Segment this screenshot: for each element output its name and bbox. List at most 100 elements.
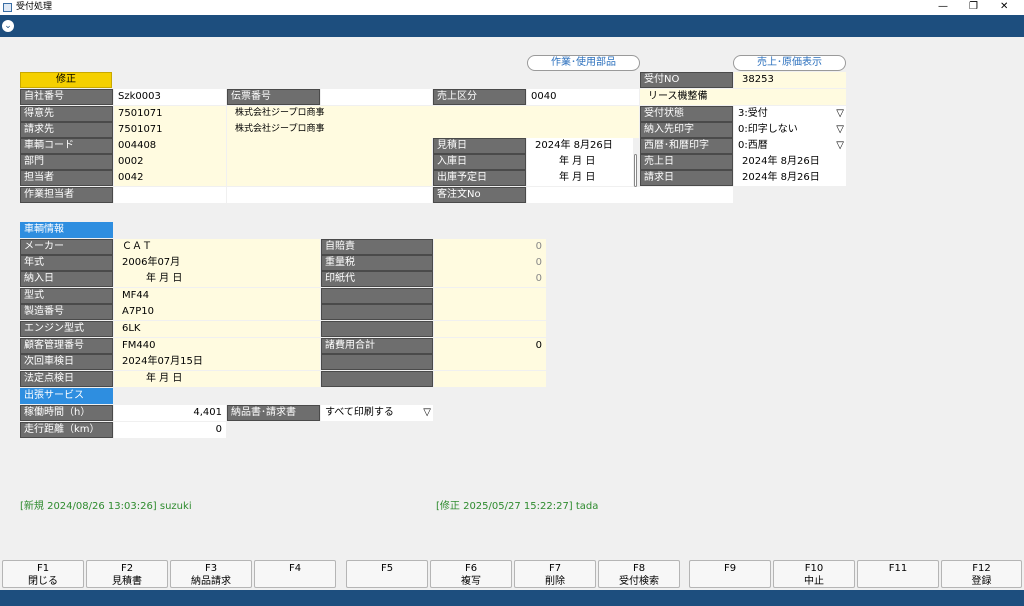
f4-button[interactable]: F4 — [254, 560, 336, 588]
close-button[interactable]: ✕ — [1000, 0, 1008, 14]
blank-fee-field-1[interactable] — [434, 288, 546, 304]
f7-key: F7 — [548, 563, 562, 574]
insurance-field[interactable]: 0 — [434, 239, 546, 255]
customer-name-field[interactable]: 株式会社ジープロ商事 — [227, 106, 527, 122]
invoice-select[interactable]: すべて印刷する ▽ — [321, 405, 433, 421]
dropdown-triangle-icon: ▽ — [836, 108, 844, 119]
created-info: [新規 2024/08/26 13:03:26] suzuki — [20, 501, 192, 512]
cust-mgmt-field[interactable]: FM440 — [114, 338, 320, 354]
customer-code-field[interactable]: 7501071 — [114, 106, 226, 122]
f6-label: 複写 — [461, 576, 481, 587]
blank-fee-field-3[interactable] — [434, 321, 546, 337]
in-date-field[interactable]: 年 月 日 — [527, 154, 633, 170]
vehicle-code-field[interactable]: 004408 — [114, 138, 226, 154]
f2-key: F2 — [120, 563, 134, 574]
year-field[interactable]: 2006年07月 — [114, 255, 320, 271]
blank-fee-label-5 — [321, 371, 433, 387]
vehicle-section-header: 車輌情報 — [20, 222, 113, 238]
customer-label: 得意先 — [20, 106, 113, 122]
dropdown-triangle-icon: ▽ — [836, 140, 844, 151]
maker-label: メーカー — [20, 239, 113, 255]
f1-button[interactable]: F1 閉じる — [2, 560, 84, 588]
self-no-field[interactable]: Szk0003 — [114, 89, 226, 105]
recv-no-label: 受付NO — [640, 72, 733, 88]
serial-field[interactable]: A7P10 — [114, 304, 320, 320]
billing-name-field[interactable]: 株式会社ジープロ商事 — [227, 122, 639, 138]
stamp-field[interactable]: 0 — [434, 271, 546, 287]
app-icon — [3, 3, 12, 12]
print-dest-select[interactable]: 0:印字しない ▽ — [734, 122, 846, 138]
f5-button[interactable]: F5 — [346, 560, 428, 588]
staff-desc — [227, 170, 432, 186]
f7-button[interactable]: F7 削除 — [514, 560, 596, 588]
f11-button[interactable]: F11 — [857, 560, 939, 588]
legal-inspection-field[interactable]: 年 月 日 — [114, 371, 320, 387]
era-select[interactable]: 0:西暦 ▽ — [734, 138, 846, 154]
f11-key: F11 — [888, 563, 908, 574]
toolbar: ⌄ — [0, 15, 1024, 37]
maximize-button[interactable]: ❐ — [969, 0, 978, 14]
distance-field[interactable]: 0 — [114, 422, 226, 438]
cust-mgmt-label: 顧客管理番号 — [20, 338, 113, 354]
sales-date-label: 売上日 — [640, 154, 733, 170]
dropdown-triangle-icon: ▽ — [423, 407, 431, 418]
print-dest-value: 0:印字しない — [738, 124, 798, 135]
maker-field[interactable]: ＣＡＴ — [114, 239, 320, 255]
f2-button[interactable]: F2 見積書 — [86, 560, 168, 588]
f12-button[interactable]: F12 登録 — [941, 560, 1022, 588]
f6-button[interactable]: F6 複写 — [430, 560, 512, 588]
blank-fee-label-4 — [321, 354, 433, 370]
f9-button[interactable]: F9 — [689, 560, 771, 588]
staff-field[interactable]: 0042 — [114, 170, 226, 186]
engine-label: エンジン型式 — [20, 321, 113, 337]
customer-extra-field[interactable] — [527, 106, 639, 122]
era-label: 西暦･和暦印字 — [640, 138, 733, 154]
weight-tax-field[interactable]: 0 — [434, 255, 546, 271]
hours-field[interactable]: 4,401 — [114, 405, 226, 421]
f1-key: F1 — [36, 563, 50, 574]
order-field[interactable] — [527, 187, 733, 203]
blank-fee-label-3 — [321, 321, 433, 337]
next-inspection-field[interactable]: 2024年07月15日 — [114, 354, 320, 370]
out-date-field[interactable]: 年 月 日 — [527, 170, 633, 186]
lease-flag[interactable]: リース機整備 — [640, 89, 846, 105]
f8-button[interactable]: F8 受付検索 — [598, 560, 680, 588]
status-select[interactable]: 3:受付 ▽ — [734, 106, 846, 122]
worker-field[interactable] — [114, 187, 226, 203]
slip-label: 伝票番号 — [227, 89, 320, 105]
blank-fee-label-1 — [321, 288, 433, 304]
cost-display-button[interactable]: 売上･原価表示 — [733, 55, 846, 71]
delivery-field[interactable]: 年 月 日 — [114, 271, 320, 287]
f3-label: 納品請求 — [191, 576, 231, 587]
status-label: 受付状態 — [640, 106, 733, 122]
f10-key: F10 — [804, 563, 824, 574]
delivery-label: 納入日 — [20, 271, 113, 287]
blank-fee-label-2 — [321, 304, 433, 320]
f3-key: F3 — [204, 563, 218, 574]
sales-div-field[interactable]: 0040 — [527, 89, 639, 105]
year-label: 年式 — [20, 255, 113, 271]
model-field[interactable]: MF44 — [114, 288, 320, 304]
f3-button[interactable]: F3 納品請求 — [170, 560, 252, 588]
blank-fee-field-2[interactable] — [434, 304, 546, 320]
blank-fee-field-4[interactable] — [434, 354, 546, 370]
f10-button[interactable]: F10 中止 — [773, 560, 855, 588]
sales-date-field[interactable]: 2024年 8月26日 — [734, 154, 846, 170]
billing-label: 請求先 — [20, 122, 113, 138]
f12-key: F12 — [972, 563, 991, 574]
bill-date-label: 請求日 — [640, 170, 733, 186]
estimate-label: 見積日 — [433, 138, 526, 154]
parts-button[interactable]: 作業･使用部品 — [527, 55, 640, 71]
bill-date-field[interactable]: 2024年 8月26日 — [734, 170, 846, 186]
hours-label: 稼働時間（h） — [20, 405, 113, 421]
slip-field[interactable] — [321, 89, 432, 105]
in-date-label: 入庫日 — [433, 154, 526, 170]
minimize-button[interactable]: — — [938, 0, 948, 14]
estimate-field[interactable]: 2024年 8月26日 — [527, 138, 633, 154]
blank-fee-field-5[interactable] — [434, 371, 546, 387]
engine-field[interactable]: 6LK — [114, 321, 320, 337]
chevron-down-icon[interactable]: ⌄ — [2, 20, 14, 32]
dept-field[interactable]: 0002 — [114, 154, 226, 170]
stamp-label: 印紙代 — [321, 271, 433, 287]
billing-code-field[interactable]: 7501071 — [114, 122, 226, 138]
